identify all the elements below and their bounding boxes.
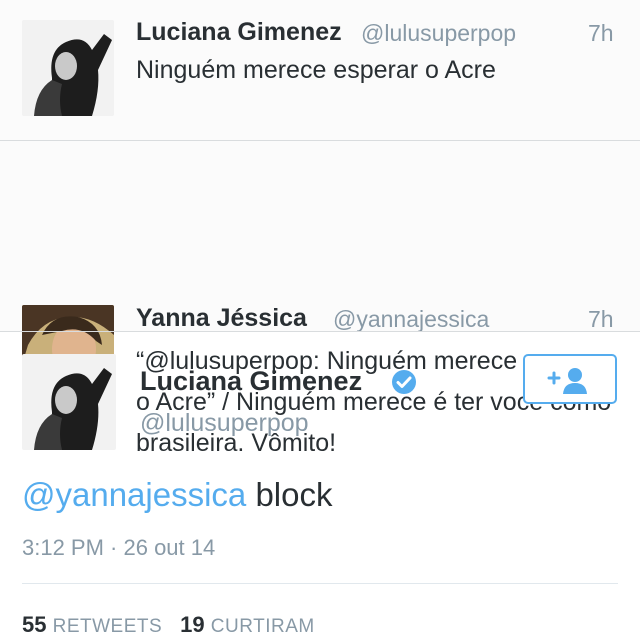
author-handle[interactable]: @yannajessica [333, 306, 489, 333]
tweet-text: @yannajessica block [22, 476, 333, 514]
verified-badge-icon [392, 370, 416, 394]
avatar[interactable] [22, 354, 116, 450]
tweet-stats: 55 RETWEETS 19 CURTIRAM [22, 612, 315, 638]
tweet-text-rest: block [246, 476, 333, 513]
divider [0, 331, 640, 332]
author-name[interactable]: Luciana Gimenez [136, 18, 342, 47]
tweet-timestamp[interactable]: 3:12 PM · 26 out 14 [22, 535, 215, 561]
retweets-stat[interactable]: 55 RETWEETS [22, 612, 162, 637]
divider [22, 583, 618, 584]
author-name[interactable]: Yanna Jéssica [136, 304, 307, 333]
likes-count: 19 [180, 612, 205, 637]
tweet-item[interactable]: Yanna Jéssica @yannajessica 7h “@lulusup… [0, 141, 640, 457]
add-user-icon [547, 368, 587, 394]
follow-button[interactable] [523, 354, 617, 404]
tweet-text: Ninguém merece esperar o Acre [136, 56, 496, 84]
author-handle[interactable]: @lulusuperpop [361, 20, 516, 47]
likes-stat[interactable]: 19 CURTIRAM [180, 612, 315, 637]
author-name[interactable]: Luciana Gimenez [140, 366, 362, 397]
tweet-item[interactable]: Luciana Gimenez @lulusuperpop 7h Ninguém… [0, 0, 640, 140]
author-handle[interactable]: @lulusuperpop [140, 409, 309, 438]
avatar[interactable] [22, 20, 114, 116]
retweets-count: 55 [22, 612, 47, 637]
likes-label: CURTIRAM [210, 616, 315, 637]
tweet-time: 7h [588, 306, 614, 332]
tweet-time: 7h [588, 20, 614, 46]
retweets-label: RETWEETS [52, 616, 163, 637]
mention-link[interactable]: @yannajessica [22, 476, 246, 513]
